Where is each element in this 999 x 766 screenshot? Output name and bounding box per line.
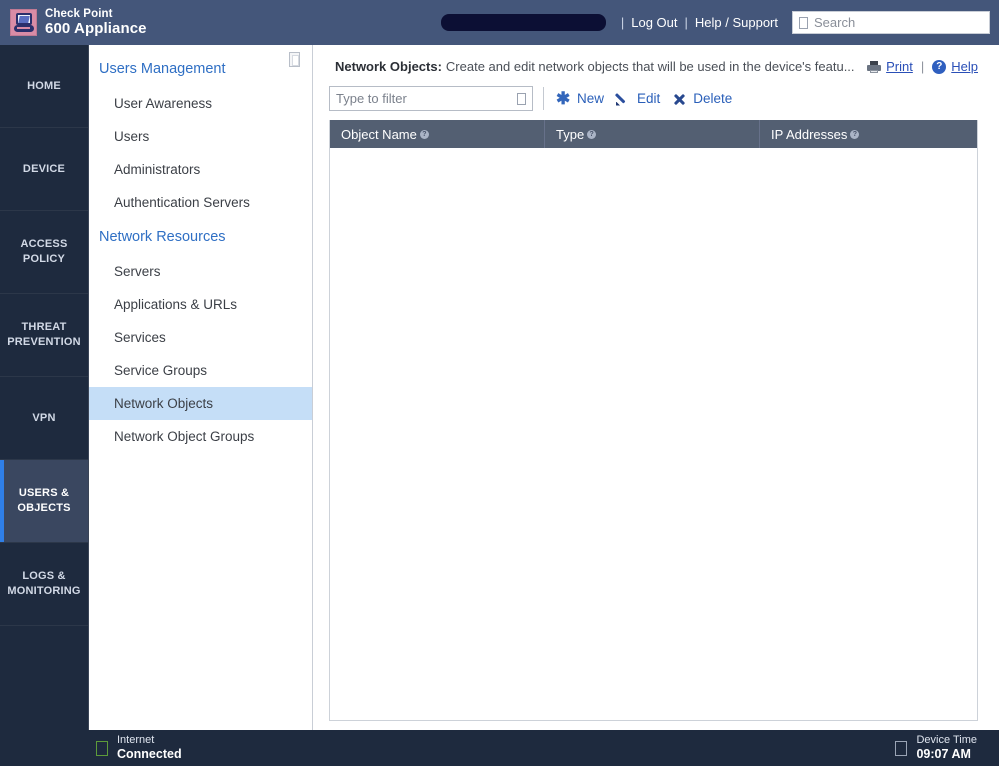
internet-status-value: Connected (117, 747, 182, 762)
nav-item-label: ACCESS POLICY (20, 238, 68, 265)
sidebar-group-network-resources[interactable]: Network Resources (89, 219, 312, 255)
help-support-link[interactable]: Help / Support (695, 15, 778, 30)
edit-button[interactable]: Edit (614, 88, 670, 109)
toolbar-divider (543, 87, 544, 110)
main-content: Network Objects: Create and edit network… (313, 45, 999, 730)
content-header-actions: Print | ? Help (867, 59, 978, 74)
search-box[interactable] (792, 11, 990, 34)
nav-item-label: HOME (27, 79, 61, 92)
brand: Check Point 600 Appliance (0, 8, 147, 37)
top-header-bar: Check Point 600 Appliance | Log Out | He… (0, 0, 999, 45)
info-icon[interactable]: ? (419, 129, 429, 139)
app-window: Check Point 600 Appliance | Log Out | He… (0, 0, 999, 766)
pencil-edit-icon (616, 92, 630, 106)
brand-vendor: Check Point (45, 7, 113, 20)
nav-item-label: USERS & OBJECTS (17, 487, 71, 514)
sidebar-item-user-awareness[interactable]: User Awareness (89, 87, 312, 120)
nav-item-home[interactable]: HOME (0, 45, 88, 128)
status-led-icon (96, 740, 108, 756)
new-star-icon: ✱ (556, 88, 571, 108)
printer-icon (867, 60, 882, 73)
status-bar: Internet Connected Device Time 09:07 AM (0, 730, 999, 766)
header-action-separator: | (920, 59, 925, 74)
nav-filler (0, 626, 88, 730)
device-time-status: Device Time 09:07 AM (895, 734, 977, 762)
filter-input[interactable] (336, 91, 517, 106)
internet-status-label: Internet (117, 733, 155, 746)
nav-item-device[interactable]: DEVICE (0, 128, 88, 211)
column-header-ip-addresses[interactable]: IP Addresses ? (760, 120, 977, 148)
sidebar-item-services[interactable]: Services (89, 321, 312, 354)
new-button-label: New (577, 91, 605, 106)
nav-item-label: DEVICE (22, 162, 66, 175)
table-header-row: Object Name ? Type ? IP Addresses ? (330, 120, 977, 148)
sidebar-item-administrators[interactable]: Administrators (89, 153, 312, 186)
nav-item-label: VPN (32, 411, 56, 424)
header-separator-1: | (620, 15, 625, 30)
device-time-label: Device Time (916, 733, 977, 746)
nav-item-logs-monitoring[interactable]: LOGS & MONITORING (0, 543, 88, 626)
nav-item-users-objects[interactable]: USERS & OBJECTS (0, 460, 88, 543)
filter-icon (517, 92, 526, 105)
body-region: HOME DEVICE ACCESS POLICY THREAT PREVENT… (0, 45, 999, 730)
column-header-label: Type (556, 126, 585, 142)
page-description: Create and edit network objects that wil… (445, 59, 855, 74)
delete-button-label: Delete (693, 91, 733, 106)
secondary-sidebar: Users Management User Awareness Users Ad… (89, 45, 313, 730)
device-time-value: 09:07 AM (916, 747, 971, 762)
page-title: Network Objects: (335, 59, 442, 74)
table-body-empty (330, 148, 977, 720)
nav-item-vpn[interactable]: VPN (0, 377, 88, 460)
sidebar-item-applications-urls[interactable]: Applications & URLs (89, 288, 312, 321)
nav-item-label: LOGS & MONITORING (7, 570, 81, 597)
sidebar-item-servers[interactable]: Servers (89, 255, 312, 288)
brand-text: Check Point 600 Appliance (45, 8, 147, 37)
header-separator-2: | (684, 15, 688, 30)
print-link[interactable]: Print (886, 59, 913, 74)
network-objects-table: Object Name ? Type ? IP Addresses ? (329, 120, 978, 721)
column-header-object-name[interactable]: Object Name ? (330, 120, 545, 148)
logout-link[interactable]: Log Out (631, 15, 677, 30)
delete-button[interactable]: Delete (670, 88, 742, 109)
brand-model: 600 Appliance (45, 19, 147, 37)
content-header: Network Objects: Create and edit network… (321, 45, 978, 86)
internet-status: Internet Connected (0, 734, 182, 762)
sidebar-item-network-objects[interactable]: Network Objects (89, 387, 312, 420)
edit-button-label: Edit (637, 91, 661, 106)
sidebar-group-users-management[interactable]: Users Management (89, 51, 312, 87)
help-circle-icon: ? (932, 59, 947, 74)
nav-item-label: THREAT PREVENTION (7, 321, 81, 348)
nav-item-threat-prevention[interactable]: THREAT PREVENTION (0, 294, 88, 377)
top-header-actions: | Log Out | Help / Support (440, 0, 999, 45)
info-icon[interactable]: ? (850, 129, 860, 139)
filter-box[interactable] (329, 86, 533, 111)
sidebar-item-users[interactable]: Users (89, 120, 312, 153)
clock-icon (895, 740, 908, 756)
search-input[interactable] (814, 15, 983, 30)
delete-x-icon (672, 92, 686, 106)
column-header-label: Object Name (341, 126, 417, 142)
collapse-panel-icon[interactable] (289, 52, 300, 67)
main-navigation: HOME DEVICE ACCESS POLICY THREAT PREVENT… (0, 45, 89, 730)
column-header-label: IP Addresses (771, 126, 848, 142)
help-link[interactable]: Help (951, 59, 978, 74)
nav-item-access-policy[interactable]: ACCESS POLICY (0, 211, 88, 294)
info-icon[interactable]: ? (587, 129, 597, 139)
sidebar-item-network-object-groups[interactable]: Network Object Groups (89, 420, 312, 453)
redacted-user-field (440, 14, 606, 31)
new-button[interactable]: ✱ New (554, 88, 614, 109)
search-icon (799, 16, 808, 29)
sidebar-item-authentication-servers[interactable]: Authentication Servers (89, 186, 312, 219)
checkpoint-logo-icon (10, 8, 37, 36)
table-toolbar: ✱ New Edit Delete (321, 86, 978, 120)
sidebar-item-service-groups[interactable]: Service Groups (89, 354, 312, 387)
column-header-type[interactable]: Type ? (545, 120, 760, 148)
